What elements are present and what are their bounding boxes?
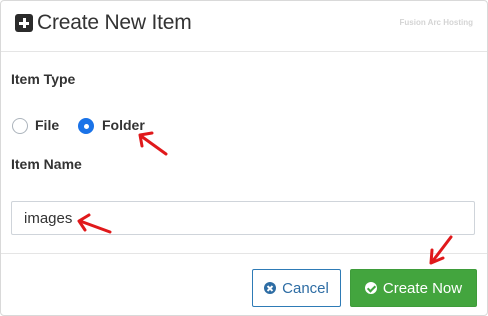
footer-divider: [1, 253, 487, 254]
cancel-button-label: Cancel: [282, 279, 329, 297]
create-now-button-label: Create Now: [382, 279, 463, 297]
times-circle-icon: [264, 282, 277, 294]
file-radio-label[interactable]: File: [35, 117, 59, 133]
folder-radio[interactable]: [78, 118, 94, 134]
file-radio[interactable]: [12, 118, 28, 134]
item-type-label: Item Type: [11, 71, 76, 87]
cancel-button[interactable]: Cancel: [252, 269, 341, 307]
check-circle-icon: [364, 282, 377, 294]
item-name-input[interactable]: [11, 201, 475, 235]
plus-square-icon: [15, 14, 33, 32]
watermark-logo: Fusion Arc Hosting: [399, 18, 473, 27]
create-item-dialog: Create New Item Fusion Arc Hosting Item …: [0, 0, 488, 316]
item-name-label: Item Name: [11, 156, 82, 172]
create-now-button[interactable]: Create Now: [350, 269, 477, 307]
folder-radio-label[interactable]: Folder: [102, 117, 145, 133]
dialog-title: Create New Item: [37, 11, 192, 34]
dialog-header: Create New Item Fusion Arc Hosting: [1, 1, 487, 52]
